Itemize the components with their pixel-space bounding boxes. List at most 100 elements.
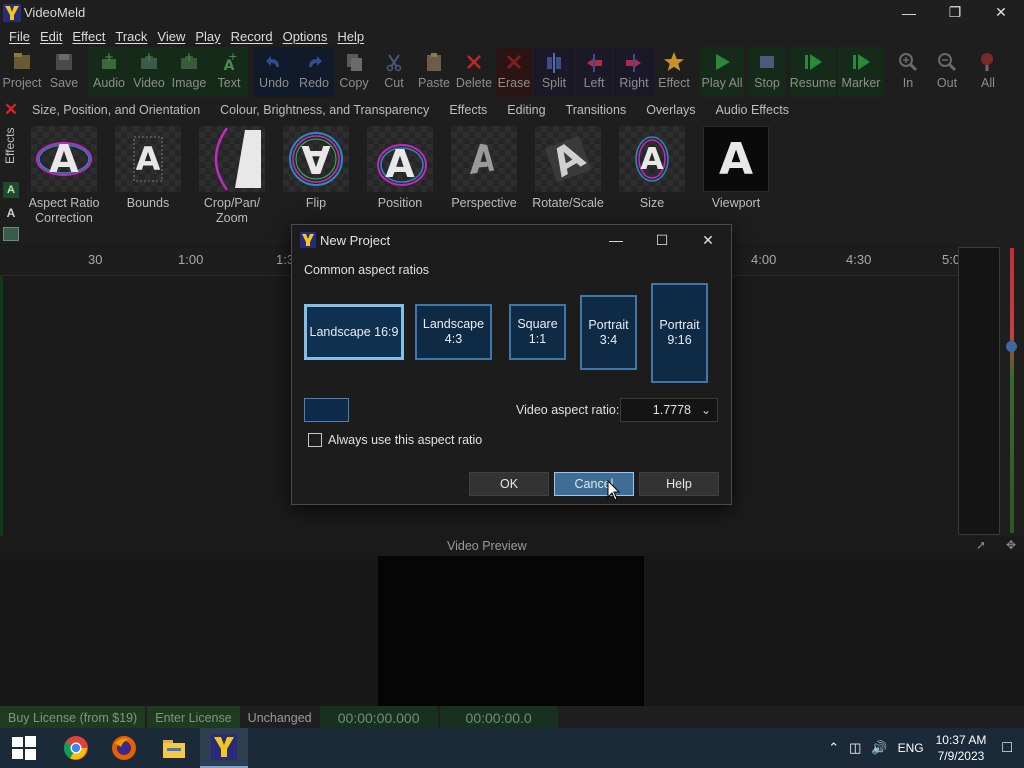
menu-record[interactable]: Record — [231, 29, 273, 44]
dialog-title: New Project — [320, 232, 391, 248]
tab-effects[interactable]: Effects — [439, 103, 497, 117]
project-icon — [10, 49, 34, 75]
effect-flip[interactable]: A Flip — [274, 126, 358, 211]
background-color-swatch[interactable] — [304, 398, 349, 422]
resume-button[interactable]: Resume — [790, 47, 836, 97]
volume-slider-track[interactable] — [1010, 248, 1014, 533]
taskbar-file-explorer[interactable] — [150, 728, 198, 768]
buy-license-button[interactable]: Buy License (from $19) — [0, 706, 146, 729]
save-button[interactable]: Save — [44, 47, 84, 97]
trim-left-button[interactable]: Left — [576, 47, 612, 97]
effect-viewport[interactable]: A Viewport — [694, 126, 778, 211]
aspect-square-1-1-button[interactable]: Square 1:1 — [509, 304, 566, 360]
menu-play[interactable]: Play — [195, 29, 220, 44]
video-preview-screen[interactable] — [378, 556, 644, 706]
aspect-landscape-4-3-button[interactable]: Landscape 4:3 — [415, 304, 492, 360]
effect-aspect-ratio-correction[interactable]: A Aspect Ratio Correction — [22, 126, 106, 226]
tab-size-position-orientation[interactable]: Size, Position, and Orientation — [22, 103, 210, 117]
undo-button[interactable]: Undo — [254, 47, 294, 97]
aspect-portrait-3-4-button[interactable]: Portrait 3:4 — [580, 295, 637, 370]
menu-track[interactable]: Track — [115, 29, 147, 44]
redo-button[interactable]: Redo — [294, 47, 334, 97]
paste-button[interactable]: Paste — [414, 47, 454, 97]
close-button[interactable]: ✕ — [978, 0, 1024, 25]
ok-button[interactable]: OK — [469, 472, 549, 496]
aspect-landscape-16-9-button[interactable]: Landscape 16:9 — [304, 304, 404, 360]
dialog-minimize-button[interactable]: — — [593, 225, 639, 255]
effect-perspective[interactable]: A Perspective — [442, 126, 526, 211]
dialog-maximize-button[interactable]: ☐ — [639, 225, 685, 255]
show-hidden-icons-icon[interactable]: ⌃ — [828, 740, 839, 756]
ruler-tick: 30 — [88, 252, 103, 267]
help-button[interactable]: Help — [639, 472, 719, 496]
aspect-ratio-combobox[interactable]: 1.7778 ⌄ — [620, 398, 718, 422]
zoom-in-button[interactable]: In — [892, 47, 924, 97]
side-image-icon[interactable] — [3, 227, 19, 241]
play-all-button[interactable]: Play All — [700, 47, 744, 97]
side-text-plain-icon[interactable]: A — [3, 205, 19, 221]
erase-button[interactable]: Erase — [496, 47, 532, 97]
tab-audio-effects[interactable]: Audio Effects — [706, 103, 799, 117]
dialog-close-button[interactable]: ✕ — [685, 225, 731, 255]
minimize-button[interactable]: — — [886, 0, 932, 25]
stop-button[interactable]: Stop — [748, 47, 786, 97]
marker-button[interactable]: Marker — [838, 47, 884, 97]
close-effects-panel-icon[interactable]: ✕ — [0, 99, 22, 121]
menu-view[interactable]: View — [157, 29, 185, 44]
zoom-all-button[interactable]: All — [972, 47, 1004, 97]
pin-icon[interactable]: ➚ — [976, 538, 986, 552]
trim-right-button[interactable]: Right — [614, 47, 654, 97]
cancel-button[interactable]: Cancel — [554, 472, 634, 496]
project-button[interactable]: Project — [0, 47, 44, 97]
zoom-in-icon — [896, 49, 920, 75]
delete-button[interactable]: Delete — [454, 47, 494, 97]
cut-button[interactable]: Cut — [376, 47, 412, 97]
side-text-effect-icon[interactable]: A — [3, 182, 19, 198]
effect-size[interactable]: A Size — [610, 126, 694, 211]
volume-slider-knob[interactable] — [1006, 341, 1017, 352]
tab-editing[interactable]: Editing — [497, 103, 555, 117]
delete-icon — [462, 49, 486, 75]
taskbar-firefox[interactable] — [100, 728, 148, 768]
tab-colour-brightness-transparency[interactable]: Colour, Brightness, and Transparency — [210, 103, 439, 117]
split-button[interactable]: Split — [534, 47, 574, 97]
start-icon — [12, 736, 36, 760]
effect-position[interactable]: A Position — [358, 126, 442, 211]
svg-text:+: + — [144, 51, 154, 64]
taskbar-chrome[interactable] — [52, 728, 100, 768]
aspect-ratios-heading: Common aspect ratios — [304, 263, 430, 277]
aspect-portrait-9-16-button[interactable]: Portrait 9:16 — [651, 283, 708, 383]
always-use-aspect-label[interactable]: Always use this aspect ratio — [328, 433, 482, 447]
add-video-button[interactable]: + Video — [130, 47, 168, 97]
effect-button[interactable]: Effect — [654, 47, 694, 97]
dock-icon[interactable]: ✥ — [1006, 538, 1016, 552]
effect-crop-pan-zoom[interactable]: Crop/Pan/ Zoom — [190, 126, 274, 226]
effect-bounds[interactable]: A Bounds — [106, 126, 190, 211]
effects-tab-row: ✕ Size, Position, and Orientation Colour… — [0, 98, 1024, 122]
notifications-icon[interactable]: □ — [1002, 739, 1012, 757]
menu-edit[interactable]: Edit — [40, 29, 62, 44]
copy-button[interactable]: Copy — [336, 47, 372, 97]
tab-overlays[interactable]: Overlays — [636, 103, 705, 117]
menu-file[interactable]: File — [9, 29, 30, 44]
always-use-aspect-checkbox[interactable] — [308, 433, 322, 447]
add-image-button[interactable]: + Image — [168, 47, 210, 97]
language-indicator[interactable]: ENG — [898, 741, 924, 755]
menu-help[interactable]: Help — [337, 29, 364, 44]
add-audio-button[interactable]: + Audio — [88, 47, 130, 97]
taskbar-videomeld[interactable] — [200, 728, 248, 768]
tab-transitions[interactable]: Transitions — [556, 103, 637, 117]
volume-icon[interactable]: 🔊 — [871, 740, 887, 756]
menu-effect[interactable]: Effect — [72, 29, 105, 44]
menu-options[interactable]: Options — [283, 29, 328, 44]
effect-rotate-scale[interactable]: A Rotate/Scale — [526, 126, 610, 211]
restore-button[interactable]: ❐ — [932, 0, 978, 25]
start-button[interactable] — [0, 728, 48, 768]
network-icon[interactable]: ◫ — [849, 740, 861, 756]
videomeld-logo-icon — [3, 3, 21, 22]
zoom-out-button[interactable]: Out — [930, 47, 964, 97]
paste-icon — [422, 49, 446, 75]
enter-license-button[interactable]: Enter License — [147, 706, 240, 729]
clock[interactable]: 10:37 AM 7/9/2023 — [936, 732, 987, 764]
add-text-button[interactable]: A + Text — [210, 47, 248, 97]
